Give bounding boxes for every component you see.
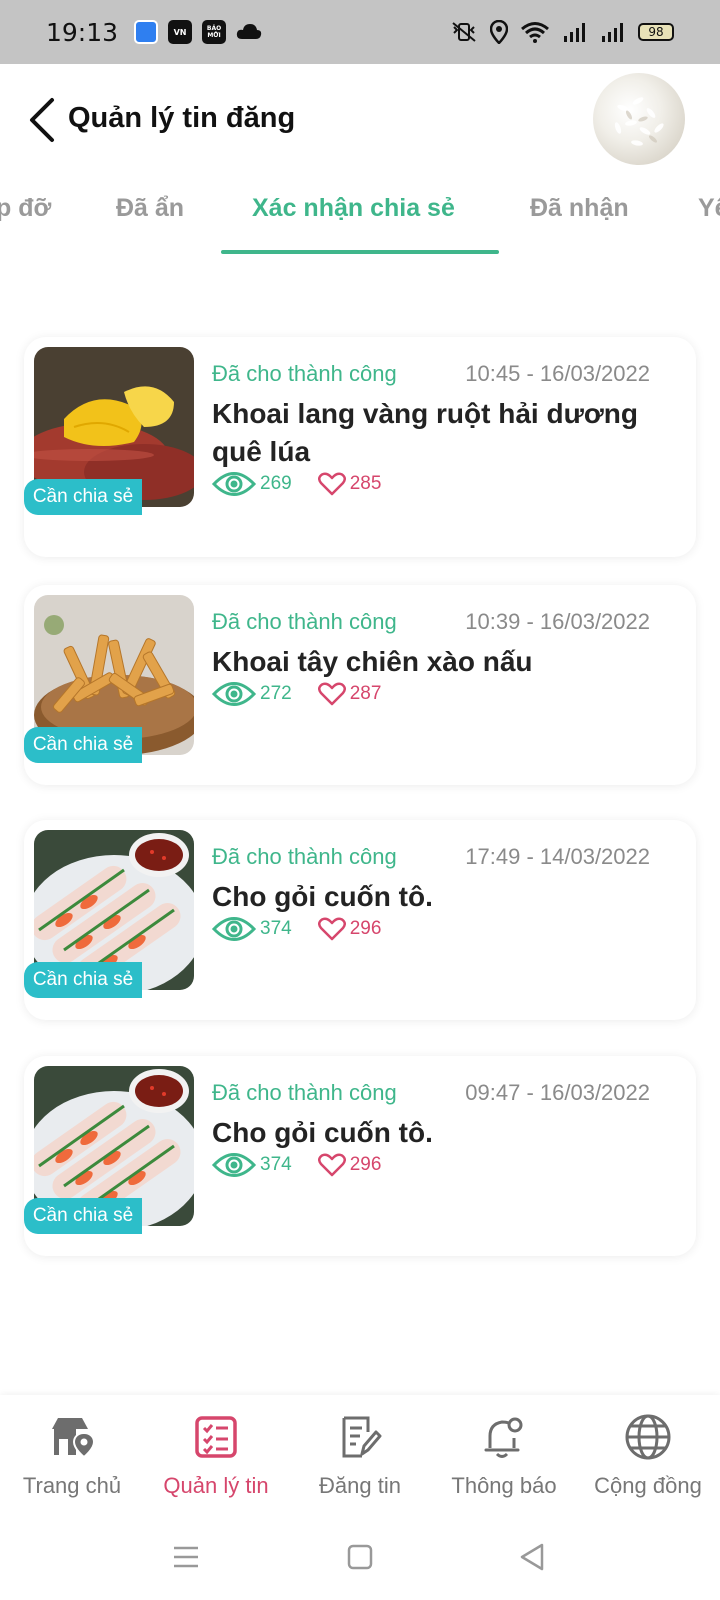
heart-icon [317, 917, 346, 941]
nav-manage[interactable]: Quản lý tin [144, 1395, 288, 1517]
post-card[interactable]: Cần chia sẻ Đã cho thành công 10:39 - 16… [24, 585, 696, 785]
post-status: Đã cho thành công [212, 609, 397, 634]
post-status: Đã cho thành công [212, 844, 397, 869]
post-title: Cho gỏi cuốn tô. [212, 881, 433, 912]
rice-image [614, 97, 664, 146]
post-status: Đã cho thành công [212, 1080, 397, 1105]
avatar[interactable] [593, 73, 685, 165]
square-icon [347, 1544, 373, 1570]
cloud-icon [236, 24, 262, 39]
back-button[interactable] [22, 92, 62, 148]
nav-home[interactable]: Trang chủ [0, 1395, 144, 1517]
nav-label: Quản lý tin [163, 1473, 269, 1498]
edit-document-icon [336, 1413, 384, 1461]
post-time: 09:47 - 16/03/2022 [465, 1080, 650, 1105]
eye-icon [212, 472, 256, 496]
signal-icon [564, 23, 585, 42]
signal-icon [602, 23, 623, 42]
nav-label: Cộng đồng [594, 1473, 702, 1498]
post-card[interactable]: Cần chia sẻ Đã cho thành công 17:49 - 14… [24, 820, 696, 1020]
heart-icon [317, 472, 346, 496]
need-share-badge: Cần chia sẻ [24, 479, 142, 515]
heart-icon [317, 1153, 346, 1177]
active-tab-indicator [221, 250, 499, 254]
like-count-value: 287 [349, 683, 382, 704]
status-app-icons: VN BÁO MỚI [134, 20, 262, 44]
home-button[interactable] [340, 1537, 380, 1577]
status-indicators: 98 [450, 20, 674, 44]
chevron-left-icon [30, 98, 54, 142]
location-icon [490, 20, 508, 44]
like-count: 296 [317, 917, 382, 941]
post-stats: 374 296 [212, 914, 407, 944]
eye-icon [212, 917, 256, 941]
app-header: Quản lý tin đăng [0, 64, 720, 174]
like-count: 287 [317, 682, 382, 706]
eye-icon [212, 682, 256, 706]
vibrate-mute-icon [452, 22, 476, 42]
status-bar: 19:13 VN BÁO MỚI 98 [0, 0, 720, 64]
post-time: 17:49 - 14/03/2022 [465, 844, 650, 869]
tab-hidden[interactable]: Đã ẩn [116, 194, 184, 223]
like-count: 285 [317, 472, 382, 496]
post-stats: 374 296 [212, 1150, 407, 1180]
tab-received[interactable]: Đã nhận [530, 194, 629, 223]
menu-icon [174, 1546, 198, 1568]
view-count: 374 [212, 1150, 292, 1180]
nav-notifications[interactable]: Thông báo [432, 1395, 576, 1517]
need-share-badge: Cần chia sẻ [24, 962, 142, 998]
vn-app-icon: VN [168, 20, 193, 44]
nav-community[interactable]: Cộng đồng [576, 1395, 720, 1517]
post-time: 10:39 - 16/03/2022 [465, 609, 650, 634]
post-stats: 272 287 [212, 679, 407, 709]
post-title: Cho gỏi cuốn tô. [212, 1117, 433, 1148]
app-shortcut-icon [134, 20, 159, 44]
view-count-value: 269 [260, 473, 292, 494]
post-status: Đã cho thành công [212, 361, 397, 386]
view-count: 374 [212, 914, 292, 944]
back-system-button[interactable] [512, 1537, 552, 1577]
heart-icon [317, 682, 346, 706]
like-count-value: 296 [349, 918, 382, 939]
view-count-value: 374 [260, 1154, 292, 1175]
tab-confirm-share[interactable]: Xác nhận chia sẻ [252, 194, 455, 223]
post-time: 10:45 - 16/03/2022 [465, 361, 650, 386]
need-share-badge: Cần chia sẻ [24, 727, 142, 763]
menu-button[interactable] [166, 1537, 206, 1577]
triangle-back-icon [520, 1543, 544, 1571]
post-title: Khoai tây chiên xào nấu [212, 646, 533, 677]
tab-request[interactable]: Yê [698, 194, 720, 223]
post-title: Khoai lang vàng ruột hải dương quê lúa [212, 398, 638, 467]
tab-bar: p đỡ Đã ẩn Xác nhận chia sẻ Đã nhận Yê [0, 176, 720, 256]
globe-icon [624, 1413, 672, 1461]
like-count: 296 [317, 1153, 382, 1177]
checklist-icon [192, 1413, 240, 1461]
like-count-value: 285 [349, 473, 382, 494]
bottom-nav: Trang chủ Quản lý tin Đăng tin Thông báo… [0, 1395, 720, 1517]
eye-icon [212, 1153, 256, 1177]
bell-icon [480, 1413, 528, 1461]
system-nav-bar [0, 1517, 720, 1600]
post-stats: 269 285 [212, 469, 407, 499]
view-count-value: 374 [260, 918, 292, 939]
battery-indicator: 98 [638, 23, 674, 41]
nav-label: Thông báo [451, 1473, 557, 1498]
post-card[interactable]: Cần chia sẻ Đã cho thành công 09:47 - 16… [24, 1056, 696, 1256]
view-count-value: 272 [260, 683, 292, 704]
wifi-icon [521, 22, 549, 43]
like-count-value: 296 [349, 1154, 382, 1175]
view-count: 269 [212, 469, 292, 499]
page-title: Quản lý tin đăng [68, 102, 296, 134]
need-share-badge: Cần chia sẻ [24, 1198, 142, 1234]
status-time: 19:13 [46, 17, 119, 47]
nav-label: Đăng tin [319, 1473, 401, 1498]
nav-post[interactable]: Đăng tin [288, 1395, 432, 1517]
bao-moi-app-icon: BÁO MỚI [202, 20, 227, 44]
nav-label: Trang chủ [22, 1473, 122, 1498]
tab-support[interactable]: p đỡ [0, 194, 51, 223]
home-location-icon [48, 1413, 96, 1461]
post-card[interactable]: Cần chia sẻ Đã cho thành công 10:45 - 16… [24, 337, 696, 557]
view-count: 272 [212, 679, 292, 709]
